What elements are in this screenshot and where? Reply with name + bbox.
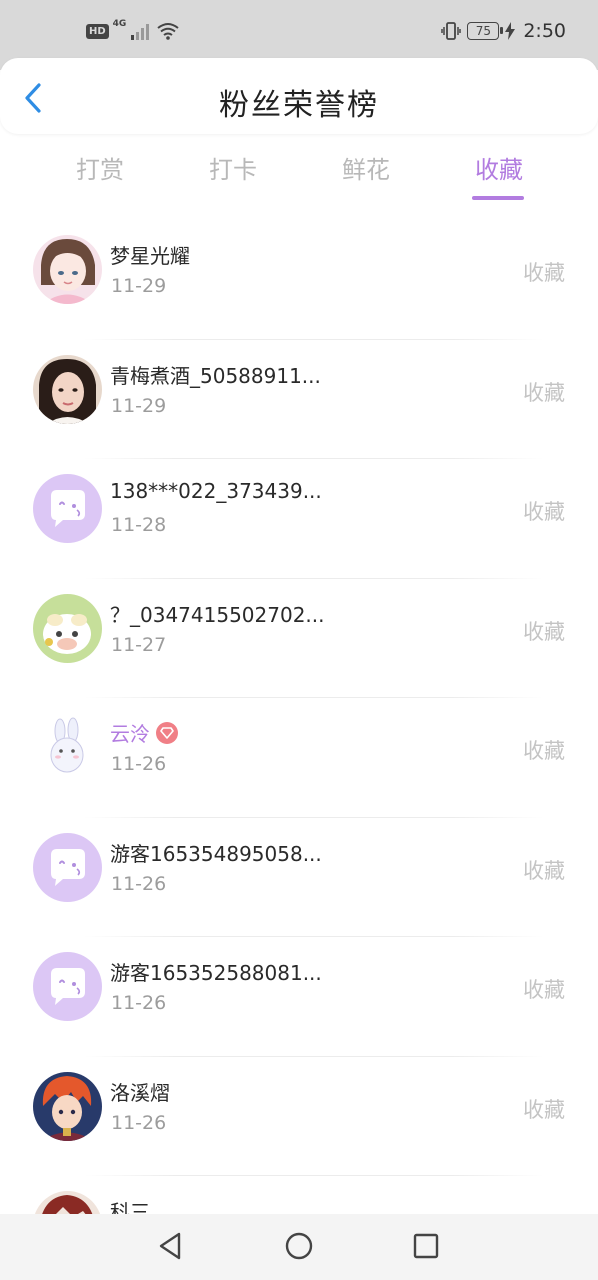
back-triangle-icon — [159, 1232, 181, 1260]
tab-checkin[interactable]: 打卡 — [167, 150, 299, 185]
hd-badge: HD — [86, 23, 109, 39]
fan-date: 11-27 — [111, 633, 167, 656]
action-label: 收藏 — [523, 1097, 565, 1122]
avatar[interactable] — [33, 713, 102, 782]
tab-flowers[interactable]: 鲜花 — [300, 150, 432, 185]
fan-name-text: 青梅煮酒_50588911... — [110, 363, 321, 388]
fan-name-text: ？_0347415502702... — [110, 602, 325, 627]
fan-date: 11-28 — [111, 514, 167, 536]
avatar-anime-boy-image — [33, 1071, 102, 1141]
action-label: 收藏 — [523, 978, 565, 1002]
avatar[interactable] — [33, 832, 102, 902]
fan-name: 云泠 — [110, 718, 178, 747]
action-label: 收藏 — [523, 739, 565, 763]
avatar[interactable] — [33, 952, 102, 1021]
action-label: 收藏 — [523, 261, 565, 285]
status-right: 75 2:50 — [441, 20, 566, 42]
fan-name: 游客165352588081... — [110, 957, 322, 986]
action-label: 收藏 — [523, 380, 565, 405]
fan-date: 11-29 — [111, 394, 167, 417]
list-item[interactable]: 青梅煮酒_50588911... 11-29 收藏 — [0, 340, 598, 459]
fan-name: 梦星光耀 — [110, 240, 190, 269]
fan-name-text: 洛溪熠 — [110, 1080, 170, 1105]
fan-list: 梦星光耀 11-29 收藏 青梅煮酒_50588911... 11-29 收藏 … — [0, 220, 598, 1280]
avatar-anime-girl-image — [33, 235, 102, 304]
fan-date: 11-26 — [111, 753, 167, 775]
default-avatar-chat-bubble-icon — [33, 474, 102, 543]
vip-diamond-icon — [156, 721, 178, 744]
avatar-woman-photo-image — [33, 354, 102, 424]
avatar[interactable] — [33, 354, 102, 424]
status-left: HD 4G — [86, 19, 180, 40]
avatar[interactable] — [33, 235, 102, 304]
nav-back-button[interactable] — [152, 1228, 188, 1264]
fan-date: 11-26 — [111, 1111, 167, 1134]
fan-name: 青梅煮酒_50588911... — [110, 360, 321, 389]
vibrate-icon — [441, 22, 462, 40]
battery-indicator: 75 — [467, 22, 504, 40]
list-item[interactable]: 梦星光耀 11-29 收藏 — [0, 220, 598, 340]
charging-icon — [505, 22, 516, 40]
fan-name-text: 梦星光耀 — [110, 244, 190, 268]
list-item[interactable]: ？_0347415502702... 11-27 收藏 — [0, 579, 598, 698]
nav-home-button[interactable] — [281, 1228, 317, 1264]
fan-name: 游客165354895058... — [110, 838, 322, 867]
avatar[interactable] — [33, 593, 102, 663]
fan-name: 洛溪熠 — [110, 1077, 170, 1106]
fan-name: 138***022_373439... — [110, 479, 322, 503]
fan-name: ？_0347415502702... — [110, 599, 325, 628]
tab-bar: 打赏 打卡 鲜花 收藏 — [34, 150, 564, 210]
action-label: 收藏 — [523, 500, 565, 524]
tab-favorites[interactable]: 收藏 — [433, 150, 565, 185]
nav-recent-button[interactable] — [408, 1228, 444, 1264]
avatar[interactable] — [33, 1071, 102, 1141]
list-item[interactable]: 游客165352588081... 11-26 收藏 — [0, 937, 598, 1057]
active-tab-indicator — [472, 196, 524, 200]
page-title: 粉丝荣誉榜 — [219, 88, 379, 123]
home-circle-icon — [285, 1232, 313, 1260]
list-item[interactable]: 洛溪熠 11-26 收藏 — [0, 1057, 598, 1176]
avatar-bunny-image — [33, 713, 102, 782]
fan-date: 11-26 — [111, 872, 167, 895]
default-avatar-chat-bubble-icon — [33, 952, 102, 1021]
action-label: 收藏 — [523, 858, 565, 883]
fan-name-text: 游客165352588081... — [110, 961, 322, 985]
list-item[interactable]: 游客165354895058... 11-26 收藏 — [0, 818, 598, 937]
default-avatar-chat-bubble-icon — [33, 832, 102, 902]
tab-reward[interactable]: 打赏 — [34, 150, 166, 185]
recent-square-icon — [413, 1233, 439, 1259]
screen: HD 4G 75 2:50 粉丝荣誉榜 打赏 打卡 鲜花 收藏 梦星光耀 11-… — [0, 0, 598, 1280]
fan-date: 11-26 — [111, 992, 167, 1014]
fan-name-text: 138***022_373439... — [110, 479, 322, 503]
header: 粉丝荣誉榜 — [0, 58, 598, 134]
clock: 2:50 — [523, 20, 566, 42]
network-type: 4G — [112, 19, 127, 29]
list-item[interactable]: 云泠 11-26 收藏 — [0, 698, 598, 818]
signal-icon — [131, 24, 150, 40]
system-nav-bar — [0, 1214, 598, 1280]
action-label: 收藏 — [523, 619, 565, 644]
fan-name-text: 云泠 — [110, 722, 150, 746]
list-item[interactable]: 138***022_373439... 11-28 收藏 — [0, 459, 598, 579]
wifi-icon — [157, 23, 179, 40]
fan-date: 11-29 — [111, 275, 167, 297]
fan-name-text: 游客165354895058... — [110, 841, 322, 866]
avatar[interactable] — [33, 474, 102, 543]
avatar-cartoon-cow-image — [33, 593, 102, 663]
